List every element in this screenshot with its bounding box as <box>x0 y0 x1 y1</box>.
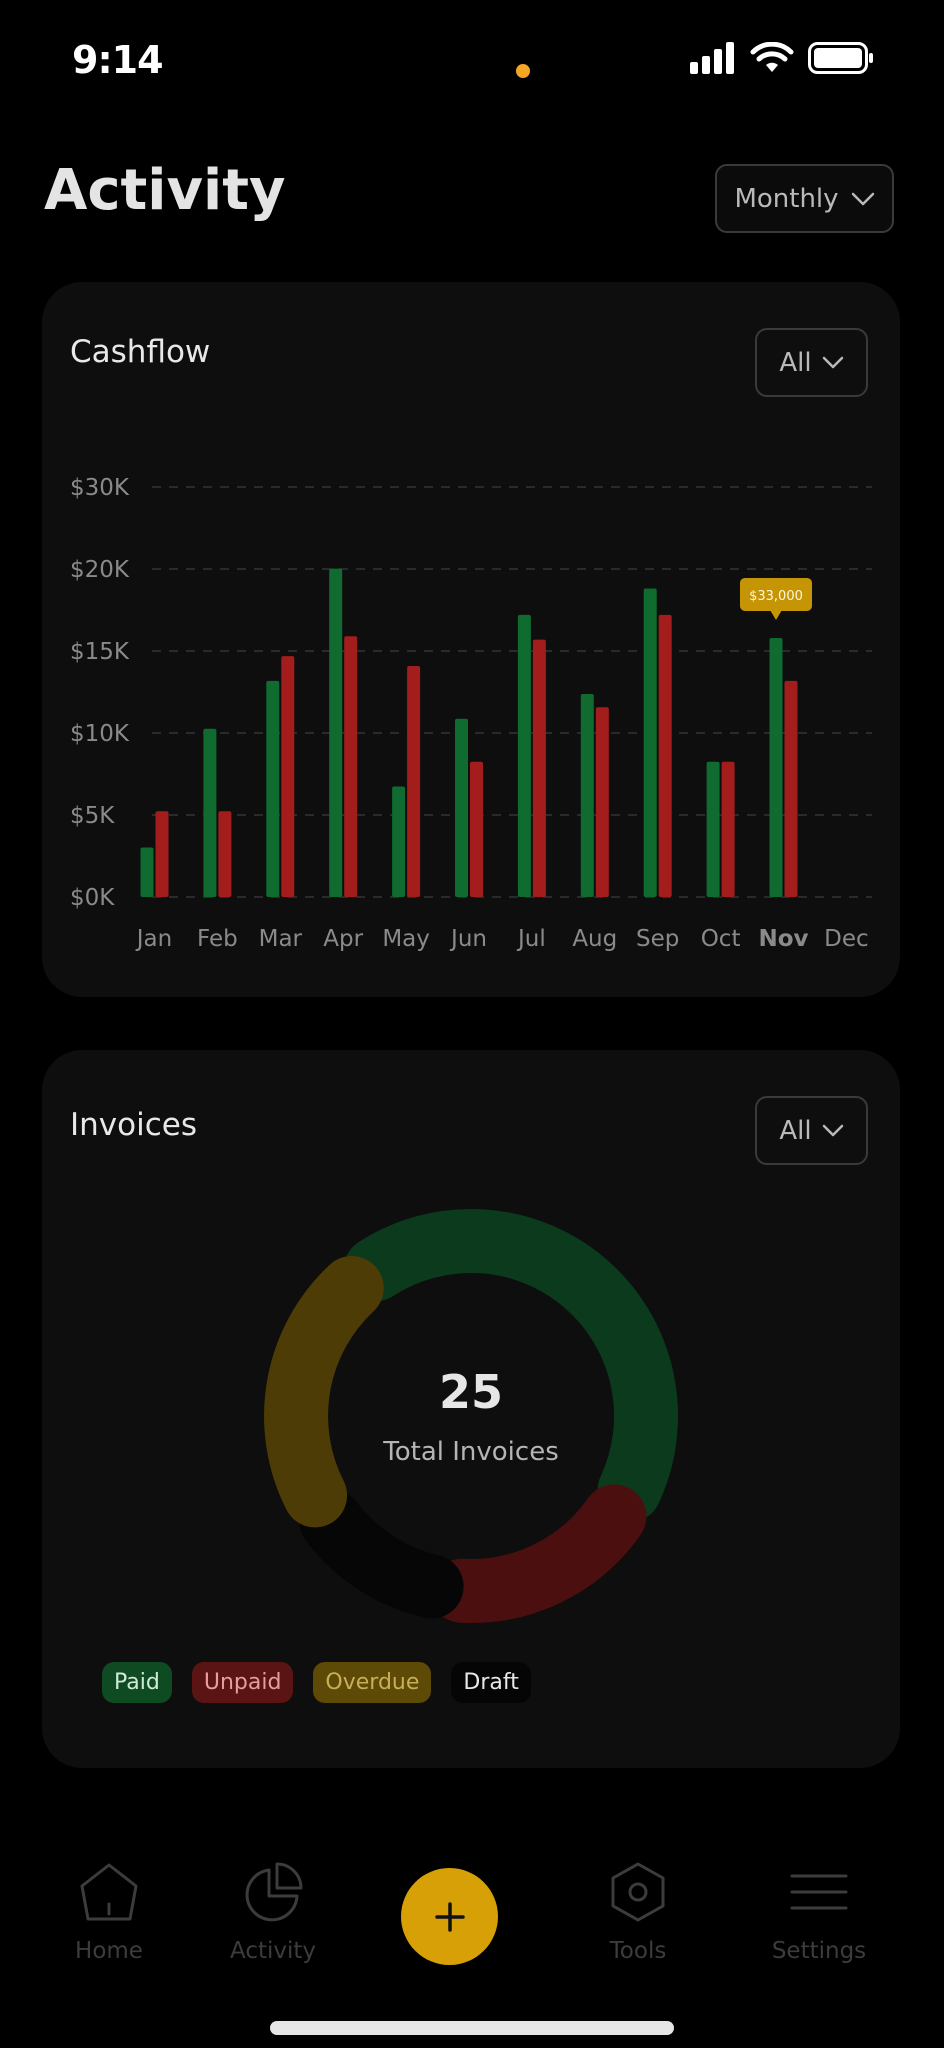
income-bar[interactable] <box>329 568 343 897</box>
invoices-donut-chart: 25 Total Invoices <box>264 1208 679 1624</box>
status-bar: 9:14 <box>0 0 944 110</box>
x-tick-label: Nov <box>758 926 808 952</box>
x-tick-label: Apr <box>323 926 363 952</box>
legend-chip-paid[interactable]: Paid <box>102 1662 172 1703</box>
chevron-down-icon <box>851 192 874 205</box>
invoices-total: 25 <box>439 1365 503 1419</box>
tab-home[interactable]: Home <box>34 1860 184 1964</box>
wifi-icon <box>750 42 794 72</box>
y-tick-label: $15K <box>70 639 130 665</box>
tab-bar: Home Activity Tools Settings <box>0 1840 944 1990</box>
x-tick-label: Aug <box>572 926 617 952</box>
expense-bar[interactable] <box>470 761 483 897</box>
income-bar[interactable] <box>266 680 280 897</box>
invoices-total-caption: Total Invoices <box>382 1437 559 1467</box>
income-bar[interactable] <box>203 728 217 897</box>
x-tick-label: Dec <box>824 926 869 952</box>
tab-settings[interactable]: Settings <box>744 1860 894 1964</box>
donut-segment-draft[interactable] <box>299 1489 464 1619</box>
cashflow-card: Cashflow All $0K $5K $10K $15K $20K $30K Jan Fe… <box>42 282 900 997</box>
legend-chip-draft[interactable]: Draft <box>451 1662 531 1703</box>
cashflow-bar-chart: $0K $5K $10K $15K $20K $30K Jan Feb Mar Apr May Jun… <box>70 475 872 952</box>
x-tick-label: Mar <box>259 926 303 952</box>
pie-chart-icon <box>245 1862 303 1922</box>
expense-bar[interactable] <box>721 761 735 897</box>
expense-bar[interactable] <box>155 811 169 897</box>
period-select[interactable]: Monthly <box>715 164 894 233</box>
page-title: Activity <box>44 158 286 223</box>
x-tick-label: May <box>382 926 430 952</box>
income-bar[interactable] <box>643 588 657 897</box>
donut-segment-overdue[interactable] <box>264 1256 384 1528</box>
x-tick-label: Sep <box>636 926 679 952</box>
add-button[interactable] <box>401 1868 498 1965</box>
donut-segment-unpaid[interactable] <box>429 1484 647 1624</box>
y-tick-label: $0K <box>70 885 115 911</box>
income-bar[interactable] <box>140 847 154 898</box>
privacy-indicator-dot <box>516 64 530 78</box>
battery-icon <box>808 42 873 74</box>
expense-bar[interactable] <box>281 656 295 897</box>
menu-icon <box>790 1874 848 1910</box>
tab-home-label: Home <box>75 1938 143 1964</box>
x-tick-label: Jun <box>449 926 487 952</box>
expense-bar[interactable] <box>784 680 798 897</box>
status-icons <box>690 42 874 74</box>
income-bar[interactable] <box>580 694 594 897</box>
y-tick-label: $5K <box>70 803 115 829</box>
expense-bar[interactable] <box>344 636 358 897</box>
expense-bar[interactable] <box>532 639 546 897</box>
expense-bar[interactable] <box>407 666 421 897</box>
tooltip-value: $33,000 <box>749 589 803 604</box>
y-tick-label: $20K <box>70 557 130 583</box>
status-time: 9:14 <box>72 38 164 82</box>
tab-activity-label: Activity <box>229 1938 316 1964</box>
expense-bar[interactable] <box>218 811 232 897</box>
income-bar[interactable] <box>769 637 783 897</box>
legend-chip-unpaid[interactable]: Unpaid <box>191 1662 294 1703</box>
hexagon-icon <box>611 1862 665 1922</box>
x-tick-label: Jan <box>135 926 172 952</box>
plus-icon <box>434 1901 465 1932</box>
signal-icon <box>690 42 734 74</box>
x-tick-label: Oct <box>701 926 741 952</box>
x-tick-label: Jul <box>516 926 546 952</box>
income-bar[interactable] <box>392 786 406 897</box>
tab-tools-label: Tools <box>609 1938 667 1964</box>
period-select-label: Monthly <box>734 183 839 214</box>
invoices-legend: Paid Unpaid Overdue Draft <box>102 1662 531 1703</box>
legend-chip-overdue[interactable]: Overdue <box>313 1662 432 1703</box>
tab-activity[interactable]: Activity <box>198 1860 348 1964</box>
home-indicator <box>270 2021 674 2035</box>
x-tick-label: Feb <box>197 926 238 952</box>
tab-settings-label: Settings <box>771 1938 867 1964</box>
income-bar[interactable] <box>706 761 720 897</box>
y-tick-label: $30K <box>70 475 130 501</box>
income-bar[interactable] <box>517 614 531 897</box>
expense-bar[interactable] <box>658 614 672 897</box>
home-icon <box>80 1863 138 1921</box>
invoices-card: Invoices All 25 Total Invoices Paid Unpa… <box>42 1050 900 1768</box>
y-tick-label: $10K <box>70 721 130 747</box>
bar-tooltip: $33,000 <box>740 577 812 620</box>
tab-tools[interactable]: Tools <box>563 1860 713 1964</box>
income-bar[interactable] <box>455 718 468 897</box>
expense-bar[interactable] <box>595 707 609 897</box>
